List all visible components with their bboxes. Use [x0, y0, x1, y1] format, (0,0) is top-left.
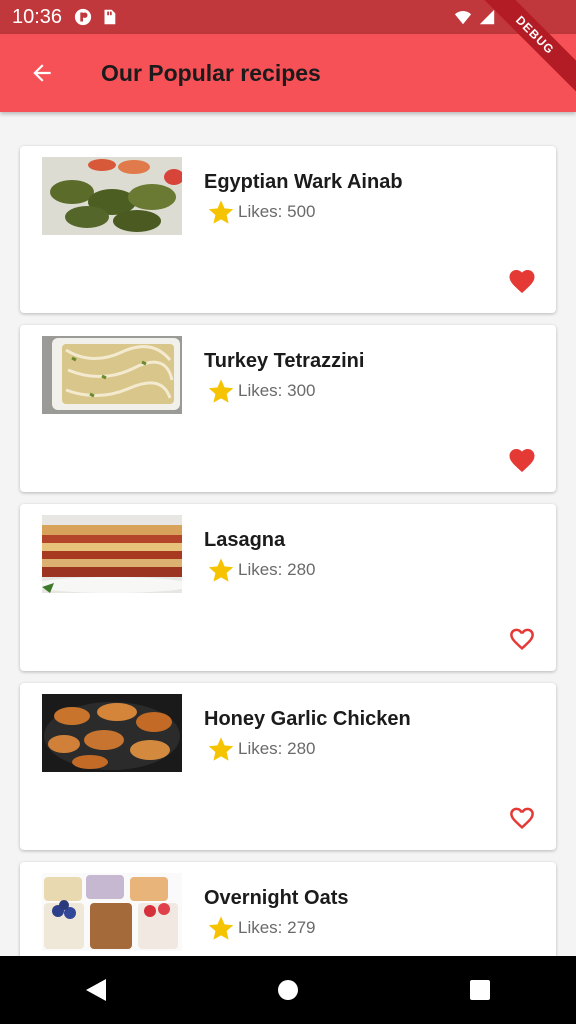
back-button[interactable]: [20, 51, 64, 95]
recipe-name: Overnight Oats: [204, 887, 349, 909]
notification-icon: [74, 8, 92, 26]
arrow-back-icon: [33, 64, 51, 82]
favorite-button[interactable]: [506, 802, 538, 832]
star-icon: [208, 379, 234, 403]
likes-row: Likes: 279: [206, 914, 316, 942]
recipe-list[interactable]: Egyptian Wark Ainab Likes: 500 Turkey Te…: [0, 112, 576, 956]
app-bar: Our Popular recipes: [0, 34, 576, 112]
heart-filled-icon: [509, 270, 535, 293]
favorite-button[interactable]: [506, 623, 538, 653]
star-icon: [208, 916, 234, 940]
recipe-name: Egyptian Wark Ainab: [204, 171, 403, 193]
sd-card-icon: [104, 9, 116, 25]
nav-back-button[interactable]: [66, 960, 126, 1020]
recipe-card[interactable]: Egyptian Wark Ainab Likes: 500: [20, 146, 556, 313]
likes-row: Likes: 280: [206, 556, 316, 584]
recipe-card[interactable]: Turkey Tetrazzini Likes: 300: [20, 325, 556, 492]
likes-row: Likes: 500: [206, 198, 316, 226]
recipe-name: Turkey Tetrazzini: [204, 350, 365, 372]
likes-count: Likes: 280: [238, 739, 316, 758]
page-title: Our Popular recipes: [101, 59, 321, 86]
heart-outline-icon: [510, 628, 534, 651]
star-icon: [208, 558, 234, 582]
recipe-card[interactable]: Lasagna Likes: 280: [20, 504, 556, 671]
likes-row: Likes: 280: [206, 735, 316, 763]
heart-outline-icon: [510, 807, 534, 830]
recipe-image: [42, 694, 182, 772]
likes-count: Likes: 300: [238, 381, 316, 400]
favorite-button[interactable]: [506, 444, 538, 474]
recipe-image: [42, 515, 182, 593]
status-bar: 10:36: [0, 0, 576, 34]
recipe-image: [42, 873, 182, 951]
system-nav-bar: [0, 956, 576, 1024]
recipe-name: Lasagna: [204, 529, 286, 551]
recipe-image: [42, 336, 182, 414]
recipe-card[interactable]: Overnight Oats Likes: 279: [20, 862, 556, 956]
signal-icon: [479, 9, 495, 25]
circle-home-icon: [278, 980, 298, 1000]
favorite-button[interactable]: [506, 265, 538, 295]
recipe-image: [42, 157, 182, 235]
wifi-icon: [454, 11, 472, 25]
heart-filled-icon: [509, 449, 535, 472]
likes-count: Likes: 279: [238, 918, 316, 937]
square-recents-icon: [470, 980, 490, 1000]
star-icon: [208, 737, 234, 761]
likes-count: Likes: 500: [238, 202, 316, 221]
recipe-card[interactable]: Honey Garlic Chicken Likes: 280: [20, 683, 556, 850]
recipe-name: Honey Garlic Chicken: [204, 708, 411, 730]
likes-count: Likes: 280: [238, 560, 316, 579]
triangle-back-icon: [86, 979, 106, 1001]
nav-home-button[interactable]: [258, 960, 318, 1020]
star-icon: [208, 200, 234, 224]
likes-row: Likes: 300: [206, 377, 316, 405]
nav-recents-button[interactable]: [450, 960, 510, 1020]
status-icons-left: [74, 8, 118, 26]
status-icons-right: [454, 8, 496, 26]
status-time: 10:36: [12, 5, 63, 28]
